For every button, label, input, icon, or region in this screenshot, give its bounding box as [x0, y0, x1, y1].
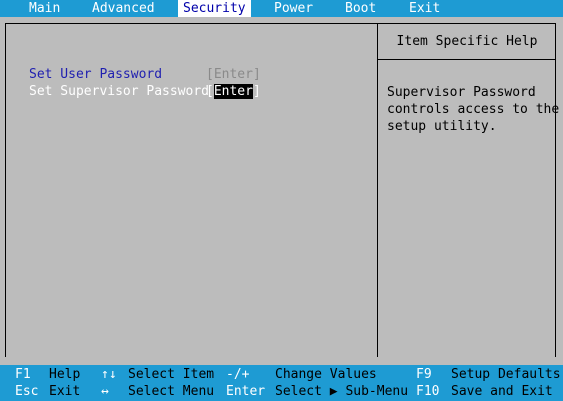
tab-boot[interactable]: Boot [345, 0, 376, 17]
setting-row-user-password[interactable]: Set User Password [Enter] [29, 67, 369, 83]
key-f10-desc: Save and Exit [451, 384, 553, 399]
help-line: setup utility. [387, 119, 497, 134]
setting-label-user-password: Set User Password [29, 67, 163, 82]
setting-row-supervisor-password[interactable]: Set Supervisor Password [Enter] [29, 84, 369, 100]
value-bracket-close: ] [252, 84, 261, 99]
key-f1: F1 [15, 367, 31, 382]
help-line: Supervisor Password [387, 85, 536, 100]
key-minus-plus: -/+ [226, 367, 250, 382]
key-enter: Enter [226, 384, 266, 399]
setting-value-user-password[interactable]: [Enter] [206, 67, 261, 83]
tab-main[interactable]: Main [29, 0, 60, 17]
tab-power[interactable]: Power [274, 0, 313, 17]
help-panel-divider [377, 23, 378, 357]
key-leftright-icon: ↔ [101, 384, 109, 399]
key-f10: F10 [416, 384, 440, 399]
key-leftright-desc: Select Menu [128, 384, 215, 399]
help-title-divider [378, 59, 556, 60]
tab-security[interactable]: Security [178, 0, 251, 17]
key-esc: Esc [15, 384, 39, 399]
menu-bar: Main Advanced Security Power Boot Exit [0, 0, 563, 17]
help-panel-title: Item Specific Help [396, 34, 538, 49]
key-updown-icon: ↑↓ [101, 367, 117, 382]
key-legend-bar: F1 Help ↑↓ Select Item -/+ Change Values… [0, 365, 563, 401]
key-f9: F9 [416, 367, 432, 382]
value-text-selected: Enter [213, 84, 253, 99]
value-bracket-open: [ [206, 84, 214, 99]
key-enter-desc: Select ▶ Sub-Menu [275, 384, 409, 399]
value-bracket-open: [ [206, 67, 214, 82]
setting-label-supervisor-password: Set Supervisor Password [29, 84, 210, 99]
tab-exit[interactable]: Exit [409, 0, 440, 17]
value-bracket-close: ] [252, 67, 261, 82]
key-f9-desc: Setup Defaults [451, 367, 561, 382]
key-minus-plus-desc: Change Values [275, 367, 377, 382]
help-line: controls access to the [387, 102, 560, 117]
key-f1-desc: Help [49, 367, 81, 382]
setting-value-supervisor-password[interactable]: [Enter] [206, 84, 261, 100]
help-panel-text: Supervisor Password controls access to t… [387, 84, 560, 135]
bios-screen: Main Advanced Security Power Boot Exit S… [0, 0, 563, 401]
value-text: Enter [213, 67, 253, 82]
key-updown-desc: Select Item [128, 367, 215, 382]
tab-advanced[interactable]: Advanced [92, 0, 155, 17]
key-esc-desc: Exit [49, 384, 81, 399]
